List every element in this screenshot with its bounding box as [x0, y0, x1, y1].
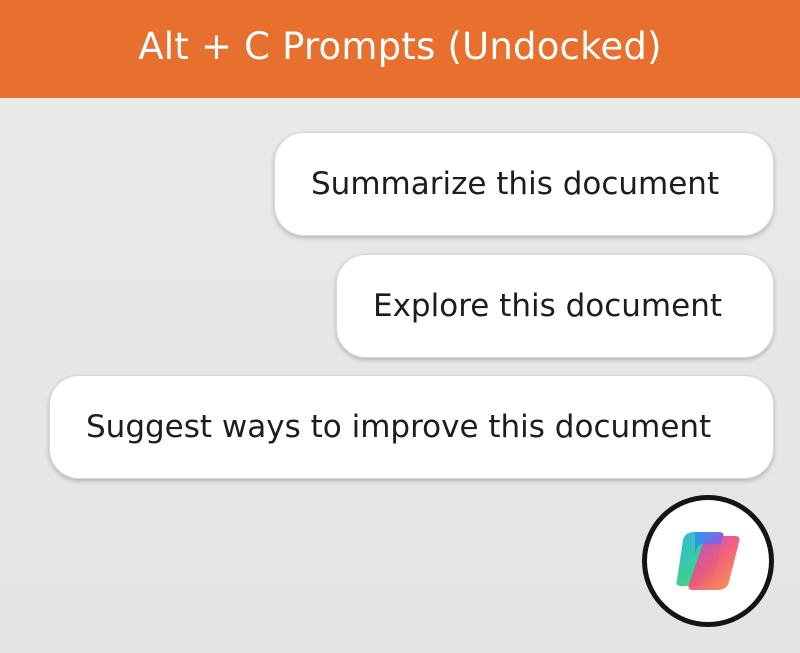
prompt-explore-label: Explore this document	[373, 288, 723, 324]
prompt-summarize-button[interactable]: Summarize this document	[274, 132, 774, 236]
prompt-suggest-improvements-button[interactable]: Suggest ways to improve this document	[49, 375, 774, 479]
header-banner: Alt + C Prompts (Undocked)	[0, 0, 800, 98]
copilot-button[interactable]	[642, 495, 774, 627]
prompt-explore-button[interactable]: Explore this document	[336, 254, 774, 358]
header-title: Alt + C Prompts (Undocked)	[138, 24, 662, 68]
copilot-icon	[676, 532, 740, 590]
prompt-summarize-label: Summarize this document	[311, 166, 720, 202]
prompt-suggest-label: Suggest ways to improve this document	[86, 409, 712, 445]
